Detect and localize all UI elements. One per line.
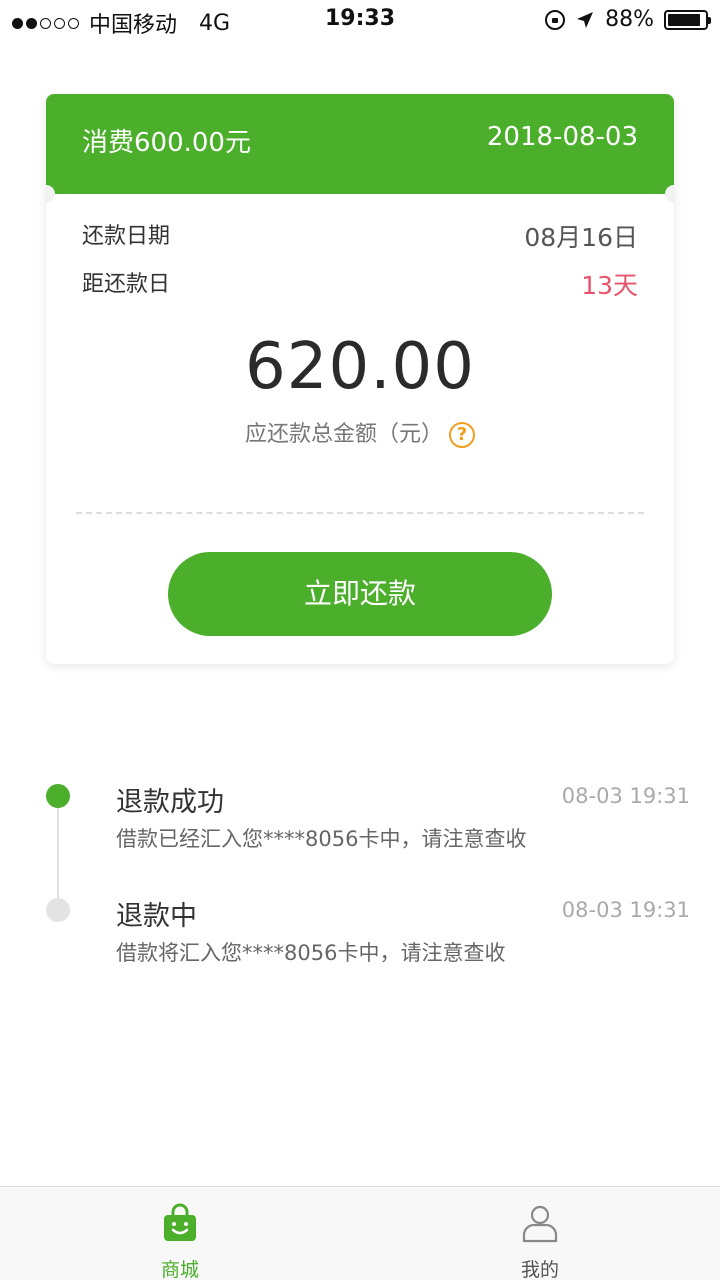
rotation-lock-icon [545,9,566,30]
timeline-time: 08-03 19:31 [561,784,690,808]
status-right: 88% [545,7,711,32]
spend-amount: 消费600.00元 [82,128,251,158]
total-amount-caption: 应还款总金额（元）? [46,416,674,448]
tab-mall[interactable]: 商城 [0,1187,360,1280]
timeline-time: 08-03 19:31 [561,898,690,922]
days-left-label: 距还款日 [82,272,171,297]
status-dot-pending [46,898,70,922]
dashed-divider [76,512,644,514]
repay-now-button[interactable]: 立即还款 [168,552,552,636]
shopping-bag-icon [160,1203,200,1243]
screen: 中国移动 4G 19:33 88% 消费600.00元 2018-08-03 还… [0,0,720,1280]
location-arrow-icon [575,10,595,30]
total-amount-label: 应还款总金额（元） [244,422,443,447]
status-dot-done [46,784,70,808]
tab-mall-label: 商城 [160,1259,199,1280]
repay-date-row: 还款日期 08月16日 [82,218,638,252]
repay-date-value: 08月16日 [524,223,638,252]
tab-mine-label: 我的 [520,1259,559,1280]
days-left-row: 距还款日 13天 [82,266,638,300]
total-amount: 620.00 [245,330,475,404]
bottom-tab-bar: 商城 我的 [0,1186,720,1280]
days-left-value: 13天 [581,271,638,300]
battery-percent: 88% [605,7,654,32]
card-header: 消费600.00元 2018-08-03 [46,94,674,194]
status-bar: 中国移动 4G 19:33 88% [0,0,720,40]
battery-icon [664,9,711,30]
user-icon [520,1203,560,1243]
timeline-desc: 借款将汇入您****8056卡中，请注意查收 [116,941,506,965]
question-circle-icon[interactable]: ? [449,422,475,448]
timeline-connector [57,806,59,910]
ticket-notch-right [665,185,674,203]
spend-date: 2018-08-03 [486,122,638,152]
repay-date-label: 还款日期 [82,224,171,249]
timeline-desc: 借款已经汇入您****8056卡中，请注意查收 [116,827,527,851]
tab-mine[interactable]: 我的 [360,1187,720,1280]
bill-card: 消费600.00元 2018-08-03 还款日期 08月16日 距还款日 13… [46,94,674,664]
timeline-title: 退款成功 [116,787,224,818]
timeline-title: 退款中 [116,901,197,932]
